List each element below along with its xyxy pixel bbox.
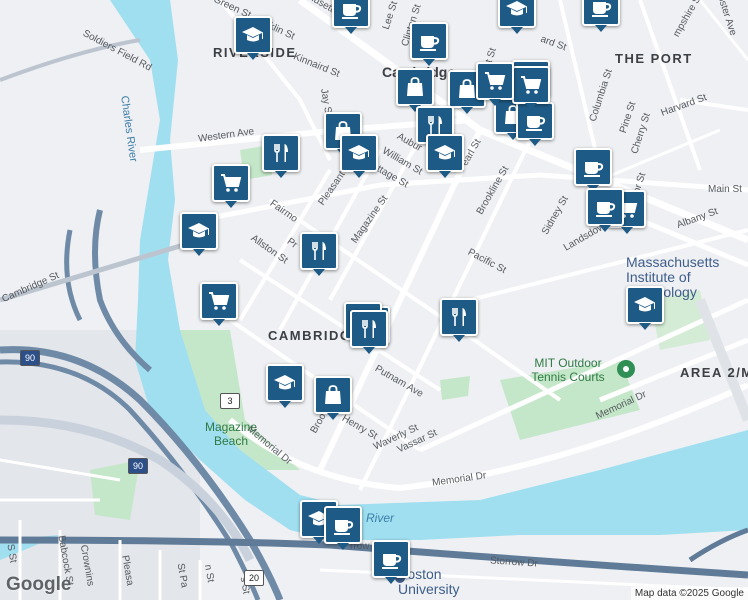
park-label-mit-tennis: MIT Outdoor Tennis Courts <box>531 356 605 384</box>
restaurant-marker[interactable] <box>350 310 388 354</box>
coffee-cup-icon <box>584 162 604 177</box>
coffee-cup-icon <box>382 554 402 569</box>
route-3-shield: 3 <box>220 393 240 409</box>
cafe-marker[interactable] <box>586 188 624 232</box>
google-logo[interactable]: Google <box>6 574 71 596</box>
i90-shield-left: 90 <box>20 350 40 366</box>
coffee-cup-icon <box>342 4 362 19</box>
institution-label-boston-university: Boston University <box>398 566 460 597</box>
coffee-cup-icon <box>592 2 612 17</box>
shopping-marker[interactable] <box>314 376 352 420</box>
grocery-marker[interactable] <box>512 66 550 110</box>
fork-knife-icon <box>274 144 288 162</box>
cafe-marker[interactable] <box>410 22 448 66</box>
cafe-marker[interactable] <box>372 540 410 584</box>
shopping-cart-icon <box>221 174 242 192</box>
route-20-shield: 20 <box>244 570 264 586</box>
water-label-river: River <box>366 511 395 525</box>
school-marker[interactable] <box>180 212 218 256</box>
coffee-cup-icon <box>420 36 440 51</box>
graduation-cap-icon <box>274 375 295 390</box>
i90-shield-center: 90 <box>128 458 148 474</box>
area-label-the-port: THE PORT <box>615 51 693 66</box>
cafe-marker[interactable] <box>324 506 362 550</box>
graduation-cap-icon <box>434 145 455 160</box>
graduation-cap-icon <box>634 297 655 312</box>
school-marker[interactable] <box>266 364 304 408</box>
fork-knife-icon <box>452 308 466 326</box>
restaurant-marker[interactable] <box>300 232 338 276</box>
grocery-marker[interactable] <box>476 62 514 106</box>
coffee-cup-icon <box>596 202 616 217</box>
school-marker[interactable] <box>498 0 536 34</box>
grocery-marker[interactable] <box>212 164 250 208</box>
area-label-area2: AREA 2/MIT <box>680 365 748 380</box>
shopping-cart-icon <box>521 76 542 94</box>
restaurant-marker[interactable] <box>440 298 478 342</box>
cafe-marker[interactable] <box>332 0 370 34</box>
coffee-cup-icon <box>526 116 546 131</box>
fork-knife-icon <box>312 242 326 260</box>
graduation-cap-icon <box>188 223 209 238</box>
school-marker[interactable] <box>340 134 378 178</box>
shopping-bag-icon <box>325 385 341 404</box>
coffee-cup-icon <box>334 520 354 535</box>
shopping-cart-icon <box>485 72 506 90</box>
map-canvas[interactable]: RIVERSIDE THE PORT Cambridge CAMBRIDGE A… <box>0 0 748 600</box>
restaurant-marker[interactable] <box>262 134 300 178</box>
grocery-marker[interactable] <box>200 282 238 326</box>
shopping-bag-icon <box>407 77 423 96</box>
graduation-cap-icon <box>242 27 263 42</box>
cafe-marker[interactable] <box>574 148 612 192</box>
shopping-cart-icon <box>209 292 230 310</box>
map-attribution[interactable]: Map data ©2025 Google <box>630 587 748 600</box>
cafe-marker[interactable] <box>582 0 620 32</box>
fork-knife-icon <box>362 320 376 338</box>
graduation-cap-icon <box>348 145 369 160</box>
graduation-cap-icon <box>506 1 527 16</box>
school-marker[interactable] <box>626 286 664 330</box>
street-label: Main St <box>708 184 742 195</box>
school-marker[interactable] <box>234 16 272 60</box>
school-marker[interactable] <box>426 134 464 178</box>
shopping-marker[interactable] <box>396 68 434 112</box>
